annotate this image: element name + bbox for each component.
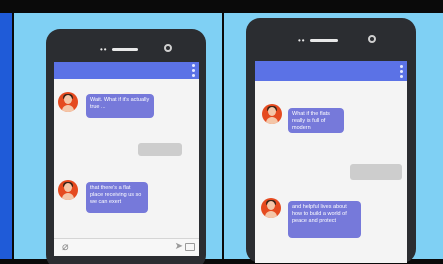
chat-screen-1: Wait. What if it's actually true ... tha… [54,62,199,256]
comic-panel-1: •• Wait. What if it's actually true ... … [14,13,222,264]
phone-1: •• Wait. What if it's actually true ... … [46,29,206,264]
left-edge-strip [0,13,12,259]
avatar [262,104,282,124]
avatar [261,198,281,218]
chat-header-bar [54,62,199,79]
camera-icon [164,44,172,52]
paperclip-icon[interactable]: ⌀ [62,242,69,253]
chat-screen-2: What if the flats really is full of mode… [255,61,407,263]
message-bubble-outgoing [350,164,402,180]
kebab-menu-icon[interactable] [400,65,403,78]
chat-header-bar [255,61,407,81]
message-bubble-incoming: Wait. What if it's actually true ... [86,94,154,118]
avatar [58,180,78,200]
message-input-bar[interactable]: ⌀ ➤ [54,238,199,256]
comic-panel-2: •• What if the flats really is full of m… [224,13,443,263]
message-bubble-incoming: and helpful lives about how to build a w… [288,201,361,238]
speaker-grille [310,39,338,42]
speaker-grille [112,48,138,51]
message-bubble-outgoing [138,143,182,156]
avatar [58,92,78,112]
phone-2: •• What if the flats really is full of m… [246,18,416,263]
message-bubble-incoming: that there's a flat place receiving us s… [86,182,148,213]
send-icon[interactable]: ➤ [175,242,183,252]
sensor-dots-icon: •• [100,45,108,54]
kebab-menu-icon[interactable] [192,64,195,77]
message-bubble-incoming: What if the flats really is full of mode… [288,108,344,133]
camera-icon [368,35,376,43]
image-icon[interactable] [185,243,195,251]
sensor-dots-icon: •• [298,36,306,45]
